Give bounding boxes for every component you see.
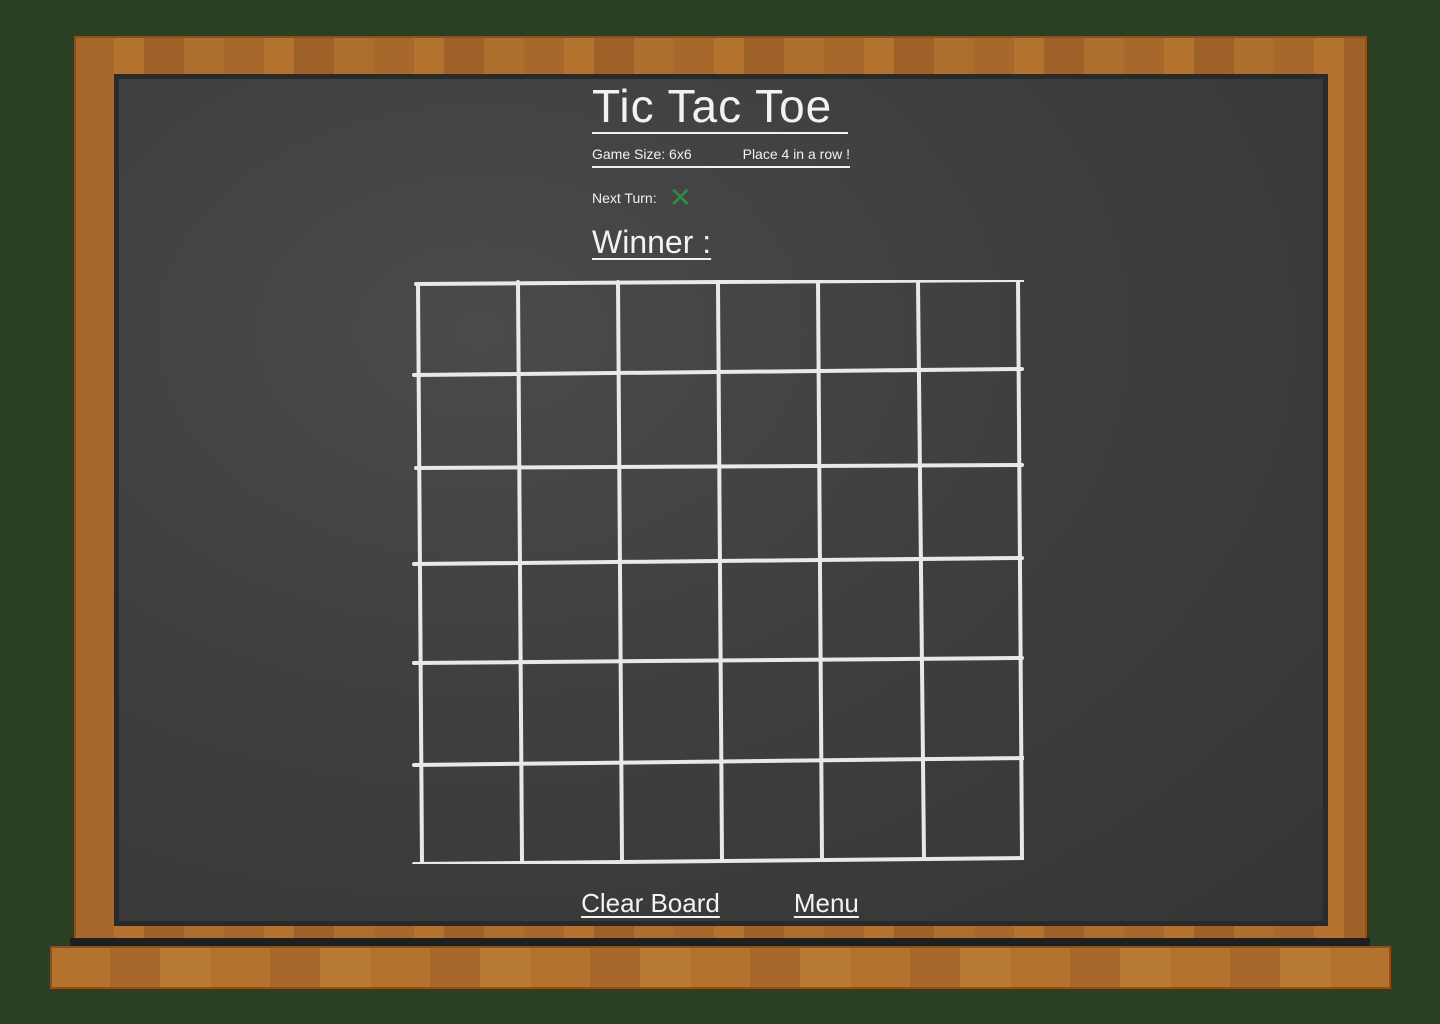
footer-actions: Clear Board Menu <box>0 888 1440 919</box>
board-cell[interactable] <box>514 669 616 766</box>
game-info: Game Size: 6x6 Place 4 in a row ! <box>592 146 850 168</box>
board-cell[interactable] <box>412 475 514 572</box>
board-cell[interactable] <box>616 767 718 864</box>
game-board <box>412 280 1024 864</box>
board-cell[interactable] <box>718 572 820 669</box>
board-cell[interactable] <box>412 572 514 669</box>
board-cell[interactable] <box>412 280 514 377</box>
game-size-label: Game Size: 6x6 <box>592 146 692 162</box>
board-cell[interactable] <box>718 280 820 377</box>
board-cell[interactable] <box>412 377 514 474</box>
board-cell[interactable] <box>718 377 820 474</box>
game-header: Tic Tac Toe Game Size: 6x6 Place 4 in a … <box>592 80 850 261</box>
board-cell[interactable] <box>514 572 616 669</box>
board-cell[interactable] <box>616 669 718 766</box>
board-cell[interactable] <box>922 475 1024 572</box>
board-cell[interactable] <box>820 377 922 474</box>
board-cell[interactable] <box>922 669 1024 766</box>
board-cell[interactable] <box>514 767 616 864</box>
menu-button[interactable]: Menu <box>794 888 859 919</box>
board-cell[interactable] <box>718 767 820 864</box>
winner-row: Winner : <box>592 224 850 261</box>
board-cell[interactable] <box>412 669 514 766</box>
next-turn-row: Next Turn: ✕ <box>592 181 850 214</box>
board-cell[interactable] <box>718 669 820 766</box>
board-cell[interactable] <box>922 377 1024 474</box>
next-turn-label: Next Turn: <box>592 190 657 206</box>
board-cell[interactable] <box>616 377 718 474</box>
board-cell[interactable] <box>820 475 922 572</box>
board-cell[interactable] <box>616 280 718 377</box>
board-cell[interactable] <box>922 767 1024 864</box>
board-cell[interactable] <box>514 475 616 572</box>
board-cell[interactable] <box>922 280 1024 377</box>
board-cell[interactable] <box>820 767 922 864</box>
chalk-ledge <box>50 946 1391 989</box>
board-cell[interactable] <box>820 280 922 377</box>
board-cell[interactable] <box>922 572 1024 669</box>
board-cell[interactable] <box>514 280 616 377</box>
board-cell[interactable] <box>412 767 514 864</box>
board-cell[interactable] <box>514 377 616 474</box>
board-cell[interactable] <box>820 572 922 669</box>
board-cell[interactable] <box>820 669 922 766</box>
board-cell[interactable] <box>718 475 820 572</box>
board-cell[interactable] <box>616 572 718 669</box>
page-title: Tic Tac Toe <box>592 80 848 134</box>
x-mark-icon: ✕ <box>668 181 693 214</box>
winner-label: Winner : <box>592 224 712 260</box>
clear-board-button[interactable]: Clear Board <box>581 888 720 919</box>
goal-label: Place 4 in a row ! <box>742 146 850 162</box>
board-cell[interactable] <box>616 475 718 572</box>
board-grid <box>412 280 1024 864</box>
